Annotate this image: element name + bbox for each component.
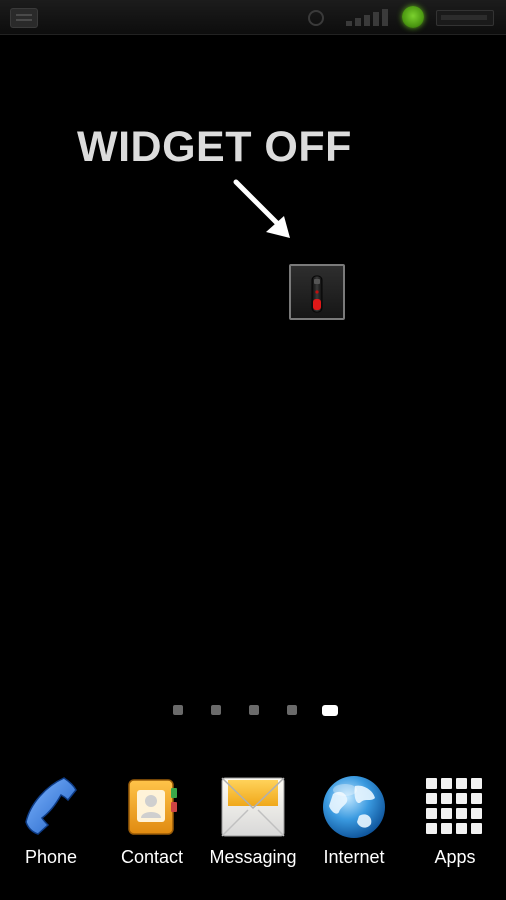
contacts-icon (128, 779, 177, 835)
dock-apps[interactable]: Apps (405, 768, 505, 878)
dock-internet[interactable]: Internet (304, 768, 404, 878)
dock-label-phone: Phone (24, 847, 78, 867)
widget-off-annotation: WIDGET OFF (77, 123, 352, 171)
phone-icon (25, 777, 77, 835)
dock-label-contact: Contact (120, 847, 184, 867)
status-bar[interactable] (0, 0, 506, 35)
page-dot-3[interactable] (249, 705, 259, 715)
messaging-icon (221, 777, 285, 837)
dock-label-internet: Internet (323, 847, 385, 867)
home-screen: WIDGET OFF Phone Contact Messaging Inter… (0, 0, 506, 900)
battery-icon (436, 10, 494, 26)
apps-grid-icon (426, 778, 482, 834)
dock-phone[interactable]: Phone (1, 768, 101, 878)
flashlight-widget[interactable] (289, 264, 345, 320)
dock-label-messaging: Messaging (209, 847, 297, 867)
network-active-icon (402, 6, 424, 28)
flashlight-icon (311, 275, 323, 313)
dock-label-apps: Apps (434, 847, 476, 867)
page-dot-4[interactable] (287, 705, 297, 715)
page-indicator[interactable] (0, 703, 506, 719)
mute-icon (308, 10, 324, 26)
notification-icon (10, 8, 38, 28)
signal-icon (346, 6, 392, 28)
page-dot-2[interactable] (211, 705, 221, 715)
dock-messaging[interactable]: Messaging (203, 768, 303, 878)
page-dot-5-active[interactable] (322, 704, 338, 716)
page-dot-1[interactable] (173, 705, 183, 715)
globe-icon (323, 776, 385, 838)
dock-contact[interactable]: Contact (102, 768, 202, 878)
arrow-icon (233, 179, 290, 238)
